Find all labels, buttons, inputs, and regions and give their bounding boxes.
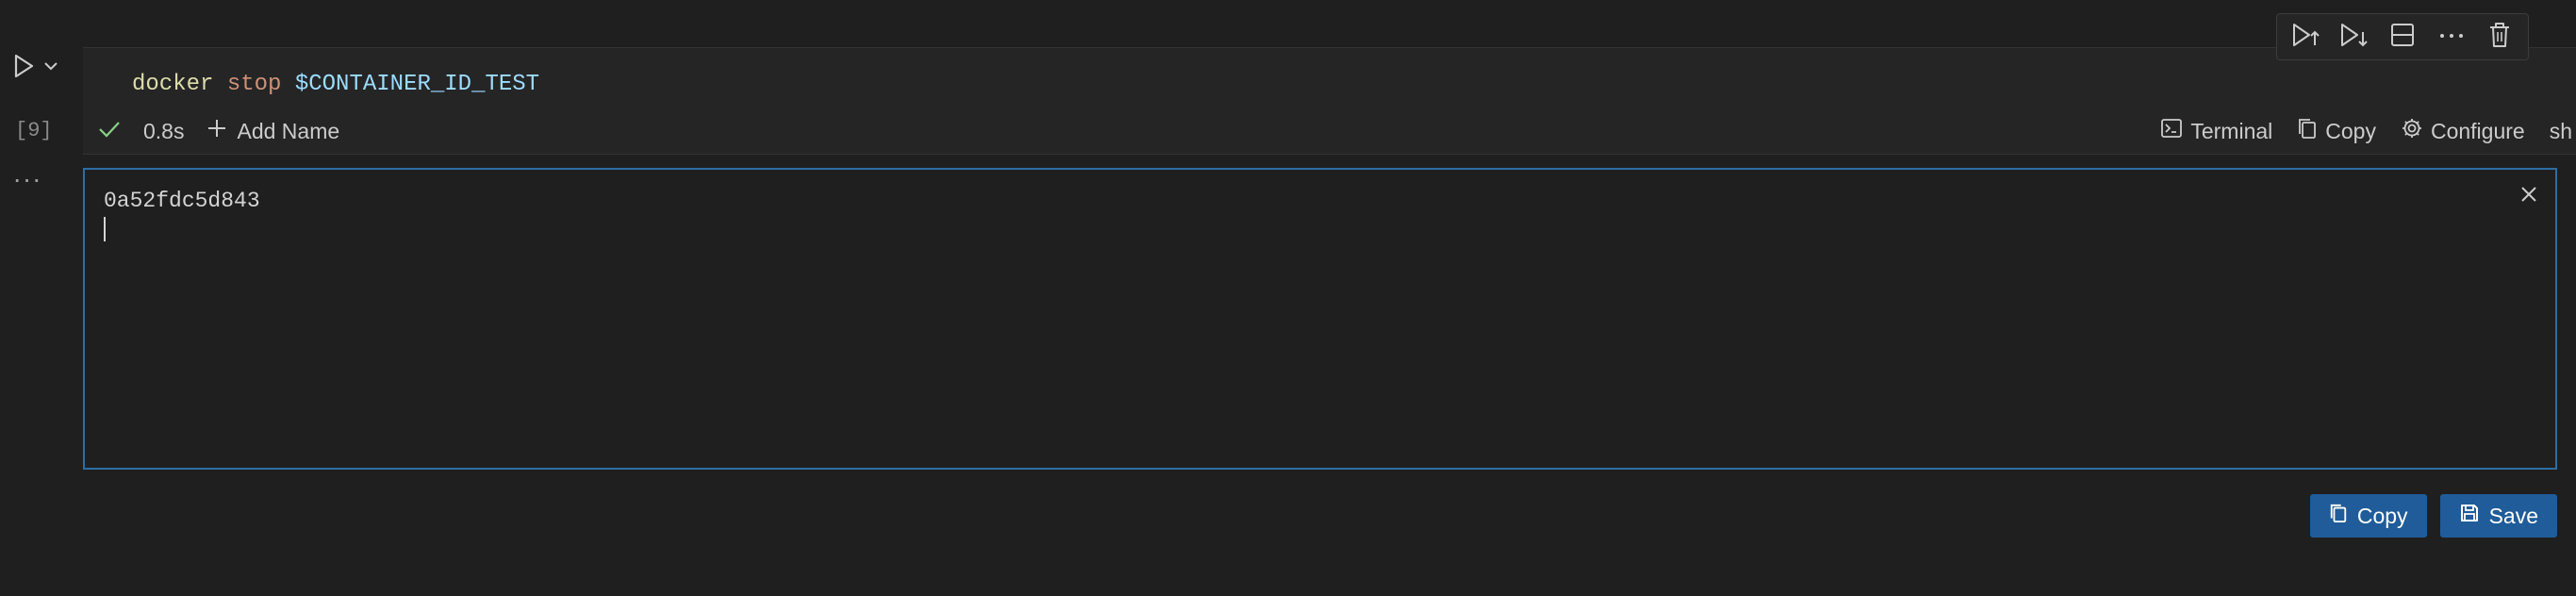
configure-button[interactable]: Configure [2401,117,2525,145]
more-actions-button[interactable] [2429,18,2474,56]
text-cursor [104,217,106,241]
language-label: sh [2549,118,2572,143]
split-cell-button[interactable] [2380,18,2425,56]
close-output-button[interactable] [2516,183,2542,209]
cell-toolbar [2276,13,2529,60]
output-text: 0a52fdc5d843 [104,189,260,213]
close-icon [2519,185,2538,208]
run-options-dropdown[interactable] [41,58,60,77]
terminal-label: Terminal [2190,118,2273,143]
notebook-view: [9] ··· docker stop $CONTAINER_ID_TEST 0… [0,0,2576,596]
execution-duration: 0.8s [143,118,185,143]
copy-output-button[interactable]: Copy [2309,494,2427,538]
run-above-button[interactable] [2283,18,2328,56]
run-below-button[interactable] [2331,18,2376,56]
delete-cell-button[interactable] [2477,18,2522,56]
save-icon [2459,503,2480,529]
trash-icon [2487,21,2512,54]
output-actions: Copy Save [2309,494,2557,538]
more-icon[interactable]: ··· [11,166,43,196]
terminal-icon [2160,118,2183,144]
split-cell-icon [2389,22,2416,53]
run-above-icon [2290,21,2320,54]
code-command: docker [132,72,214,97]
play-icon [11,53,36,84]
add-name-button[interactable]: Add Name [206,118,339,144]
code-editor-line[interactable]: docker stop $CONTAINER_ID_TEST [132,72,539,97]
copy-label: Copy [2325,118,2376,143]
save-output-button[interactable]: Save [2439,494,2557,538]
check-icon [98,119,121,144]
chevron-down-icon [43,59,58,76]
output-area[interactable]: 0a52fdc5d843 [83,168,2557,470]
run-cell-button[interactable] [8,52,40,84]
copy-icon [2297,117,2318,145]
copy-button[interactable]: Copy [2297,117,2376,145]
gear-icon [2401,117,2423,145]
code-subcommand: stop [226,72,282,97]
execution-count: [9] [15,119,53,142]
copy-icon [2329,503,2348,529]
configure-label: Configure [2430,118,2525,143]
save-output-label: Save [2488,503,2538,528]
terminal-button[interactable]: Terminal [2160,118,2272,144]
more-icon [2438,28,2465,45]
plus-icon [206,118,227,144]
copy-output-label: Copy [2356,503,2408,528]
cell-actions: Terminal Copy Configure sh [2160,117,2572,145]
add-name-label: Add Name [237,118,340,143]
language-selector[interactable]: sh [2550,119,2572,144]
cell-status-bar: 0.8s Add Name [98,117,339,145]
run-below-icon [2338,21,2369,54]
code-variable: $CONTAINER_ID_TEST [294,72,540,97]
